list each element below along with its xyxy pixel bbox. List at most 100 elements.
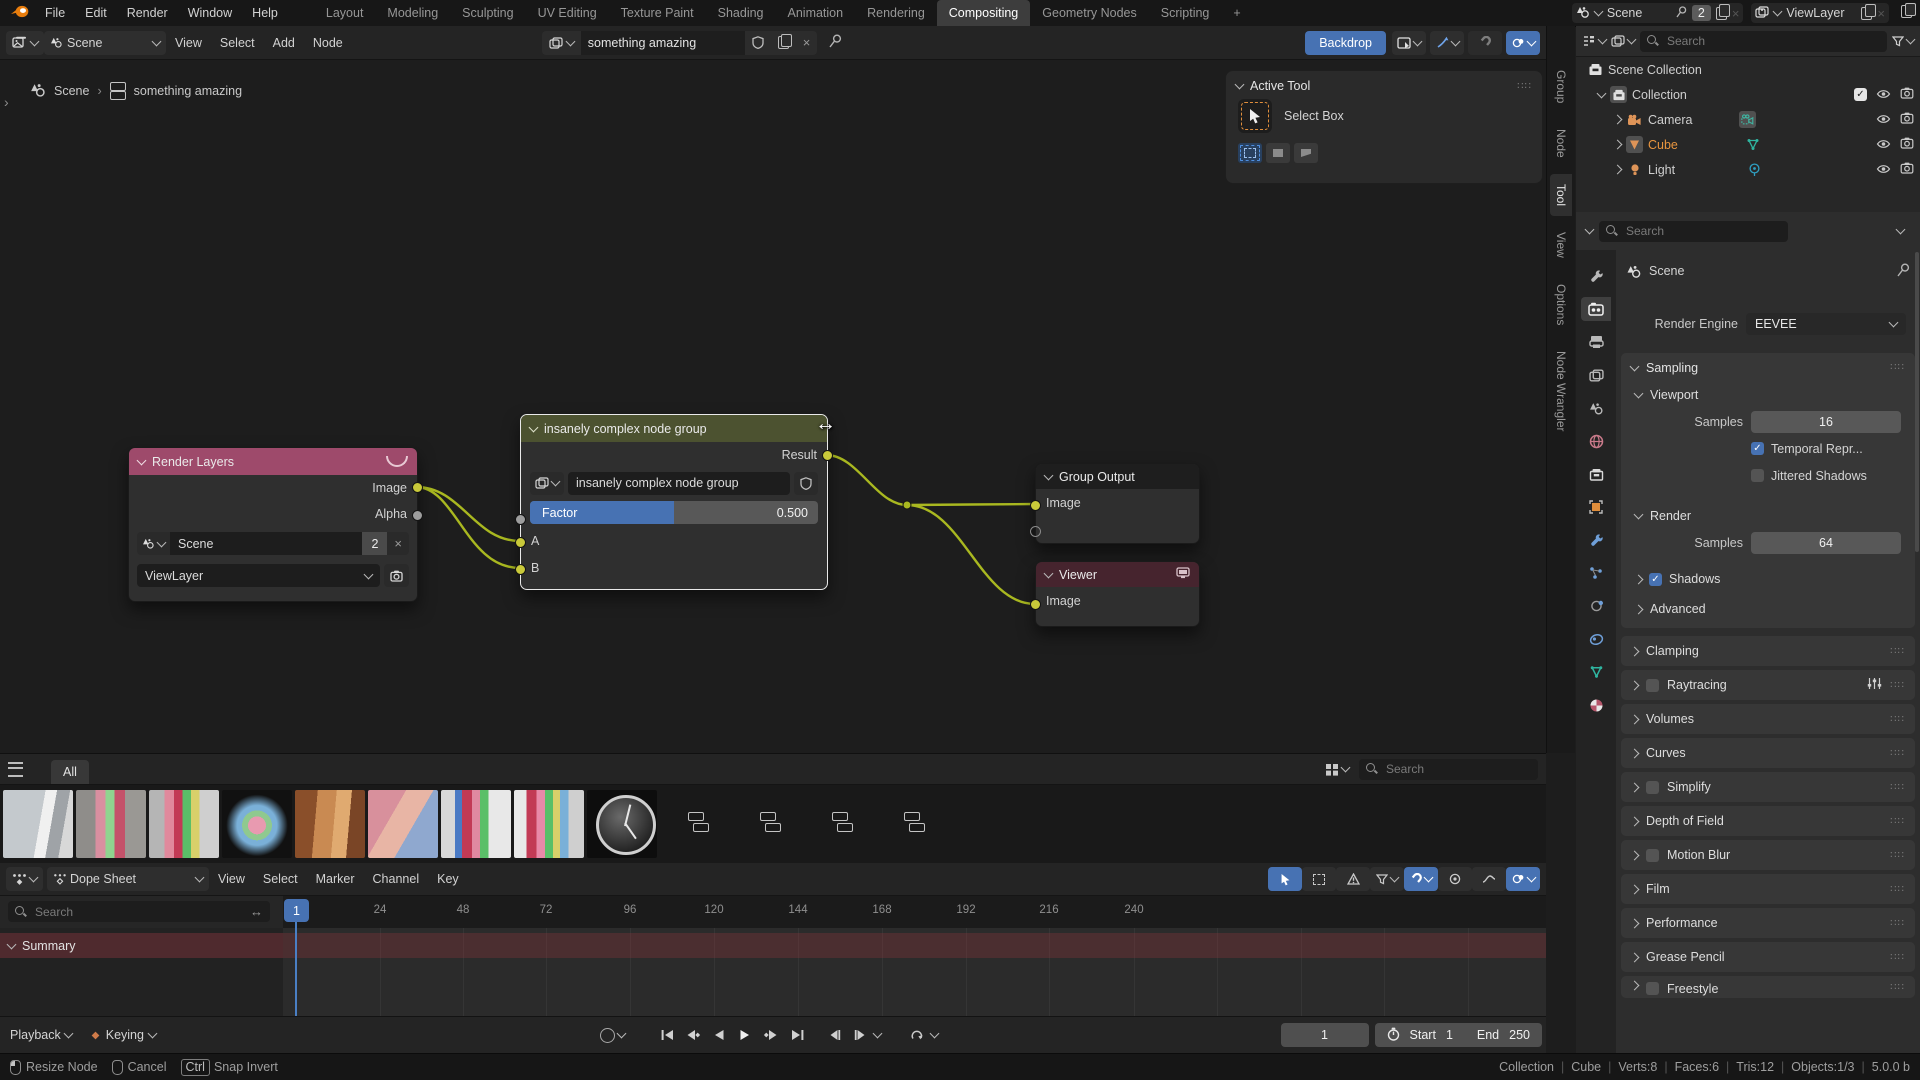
breadcrumb-scene[interactable]: Scene (54, 84, 89, 98)
image-thumbnail[interactable] (295, 790, 365, 858)
properties-search-input[interactable] (1624, 223, 1781, 239)
select-box-tool-icon[interactable] (1238, 99, 1272, 133)
simplify-panel[interactable]: Simplify ∷∷ (1621, 772, 1915, 802)
properties-scrollbar[interactable] (1915, 252, 1919, 552)
image-thumbnail[interactable] (368, 790, 438, 858)
viewer-node[interactable]: Viewer Image (1035, 561, 1200, 627)
freestyle-panel[interactable]: Freestyle ∷∷ (1621, 976, 1915, 998)
freestyle-checkbox[interactable] (1646, 982, 1659, 995)
simplify-checkbox[interactable] (1646, 781, 1659, 794)
modifiers-properties-tab[interactable] (1581, 528, 1611, 552)
menu-help[interactable]: Help (242, 0, 288, 26)
menu-edit[interactable]: Edit (75, 0, 117, 26)
socket-image-in[interactable] (1030, 599, 1041, 610)
outliner-search-input[interactable] (1665, 33, 1880, 49)
prev-frame-button[interactable] (822, 1023, 846, 1047)
shadows-checkbox[interactable]: ✓ (1649, 573, 1662, 586)
menu-file[interactable]: File (35, 0, 75, 26)
drag-handle-icon[interactable]: ∷∷ (1890, 918, 1905, 929)
outliner-row-cube[interactable]: Cube (1576, 132, 1920, 157)
select-mode-new-button[interactable] (1238, 143, 1262, 163)
drag-handle-icon[interactable]: ∷∷ (1890, 952, 1905, 963)
viewport-subpanel-header[interactable]: Viewport (1621, 382, 1915, 408)
menu-key[interactable]: Key (428, 872, 468, 886)
world-properties-tab[interactable] (1581, 429, 1611, 453)
drag-handle-icon[interactable]: ∷∷ (1890, 782, 1905, 793)
pin-icon[interactable] (1897, 263, 1910, 280)
add-workspace-button[interactable]: + (1221, 0, 1252, 26)
menu-add[interactable]: Add (264, 36, 304, 50)
outliner-row-camera[interactable]: Camera (1576, 107, 1920, 132)
editor-type-icon[interactable] (1585, 225, 1595, 235)
node-group-thumbnail[interactable] (904, 812, 926, 830)
material-properties-tab[interactable] (1581, 693, 1611, 717)
snapping-magnet-button[interactable] (1468, 31, 1502, 55)
particles-properties-tab[interactable] (1581, 561, 1611, 585)
scene-properties-tab[interactable] (1581, 396, 1611, 420)
all-tab[interactable]: All (51, 760, 89, 784)
duplicate-tree-button[interactable] (771, 31, 796, 55)
scene-users-count[interactable]: 2 (1692, 5, 1711, 21)
snapping-button[interactable] (1404, 867, 1438, 891)
clock-thumbnail[interactable] (587, 790, 657, 858)
volumes-panel[interactable]: Volumes ∷∷ (1621, 704, 1915, 734)
collection-properties-tab[interactable] (1581, 462, 1611, 486)
snapping-options-button[interactable] (1506, 31, 1540, 55)
tab-shading[interactable]: Shading (706, 0, 776, 26)
tab-scripting[interactable]: Scripting (1149, 0, 1222, 26)
image-thumbnail[interactable] (149, 790, 219, 858)
collapse-icon[interactable] (1044, 470, 1054, 480)
expand-icon[interactable] (1613, 165, 1623, 175)
menu-node[interactable]: Node (304, 36, 352, 50)
tab-geometry-nodes[interactable]: Geometry Nodes (1030, 0, 1148, 26)
new-viewlayer-icon[interactable] (1861, 7, 1872, 20)
tab-texture-paint[interactable]: Texture Paint (609, 0, 706, 26)
sampling-panel-header[interactable]: Sampling ∷∷ (1621, 353, 1915, 382)
node-tree-browse-button[interactable] (542, 31, 581, 55)
object-properties-tab[interactable] (1581, 495, 1611, 519)
viewlayer-dropdown[interactable]: ViewLayer (137, 564, 380, 587)
viewlayer-properties-tab[interactable] (1581, 363, 1611, 387)
tab-uv-editing[interactable]: UV Editing (526, 0, 609, 26)
group-browse-button[interactable] (530, 472, 564, 495)
menu-render[interactable]: Render (117, 0, 178, 26)
summary-keyframe-band[interactable] (283, 933, 1546, 958)
image-strip-search-input[interactable] (1384, 761, 1531, 777)
socket-b-in[interactable] (515, 564, 526, 575)
expand-icon[interactable] (1613, 115, 1623, 125)
blender-logo-icon[interactable] (10, 5, 29, 21)
menu-select[interactable]: Select (211, 36, 264, 50)
editor-type-button[interactable] (6, 31, 44, 55)
overlay-button[interactable] (1506, 867, 1540, 891)
group-name-field[interactable]: insanely complex node group (568, 472, 790, 495)
next-keyframe-button[interactable] (759, 1023, 783, 1047)
film-panel[interactable]: Film ∷∷ (1621, 874, 1915, 904)
scene-users-count[interactable]: 2 (362, 532, 387, 555)
context-scene-label[interactable]: Scene (1649, 264, 1684, 278)
group-node[interactable]: insanely complex node group Result insan… (520, 414, 828, 590)
image-thumbnail[interactable] (76, 790, 146, 858)
menu-channel[interactable]: Channel (364, 872, 429, 886)
hide-eye-icon[interactable] (1876, 163, 1891, 177)
sidebar-expand-icon[interactable]: › (4, 94, 9, 110)
auto-key-button[interactable] (600, 1028, 625, 1043)
only-errors-button[interactable] (1336, 867, 1370, 891)
grease-pencil-panel[interactable]: Grease Pencil ∷∷ (1621, 942, 1915, 972)
drag-handle-icon[interactable]: ∷∷ (1890, 714, 1905, 725)
breadcrumb-group[interactable]: something amazing (134, 84, 242, 98)
prev-keyframe-button[interactable] (681, 1023, 705, 1047)
render-samples-field[interactable]: 64 (1751, 532, 1901, 554)
editor-type-button[interactable] (6, 867, 43, 891)
collapse-icon[interactable] (529, 422, 539, 432)
sidebar-tab-node-wrangler[interactable]: Node Wrangler (1550, 341, 1572, 441)
keyframe-area[interactable] (283, 928, 1546, 1016)
raytracing-checkbox[interactable] (1646, 679, 1659, 692)
dope-sheet-body[interactable]: Summary (0, 928, 1546, 1016)
socket-result-out[interactable] (822, 450, 833, 461)
only-selected-button[interactable] (1268, 867, 1302, 891)
render-engine-dropdown[interactable]: EEVEE (1746, 313, 1906, 335)
collapse-icon[interactable] (1235, 80, 1245, 90)
factor-slider[interactable]: Factor 0.500 (530, 501, 818, 524)
physics-properties-tab[interactable] (1581, 594, 1611, 618)
group-output-node[interactable]: Group Output Image (1035, 463, 1200, 544)
